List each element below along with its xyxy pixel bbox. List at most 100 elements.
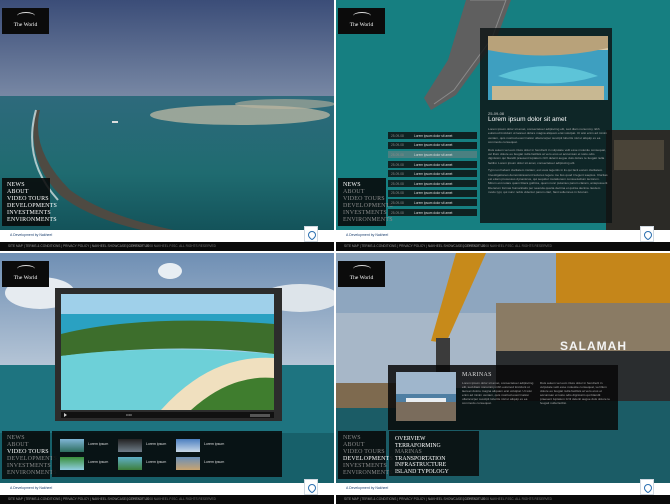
nav-news[interactable]: NEWS (7, 182, 50, 189)
nav-developments[interactable]: DEVELOPMENTS (343, 456, 393, 463)
news-list-item[interactable]: 25-09-08 Lorem ipsum dolor sit amet (388, 132, 477, 139)
nav-developments[interactable]: DEVELOPMENTS (343, 203, 393, 210)
news-item-date: 25-09-08 (391, 143, 404, 148)
subnav-terraforming[interactable]: TERRAFORMING (395, 443, 479, 450)
nav-video-tours[interactable]: VIDEO TOURS (343, 196, 386, 203)
panel-home: The World NEWS ABOUT VIDEO TOURS DEVELOP… (0, 0, 334, 251)
development-text-col2: Duis autem vel eum iriure dolor in hendr… (540, 381, 610, 405)
news-list-item[interactable]: 25-09-08 Lorem ipsum dolor sit amet (388, 179, 477, 187)
globe-logo-icon (352, 265, 371, 273)
news-item-title: Lorem ipsum dolor sit amet (414, 200, 453, 205)
globe-logo-icon (352, 12, 371, 20)
news-item-date: 25-09-08 (391, 152, 404, 157)
nakheel-logo-icon[interactable] (304, 226, 318, 242)
video-thumb[interactable]: Lorem ipsum (176, 439, 234, 453)
nav-news[interactable]: NEWS (7, 435, 50, 442)
copyright: COPYRIGHT 2008 NAKHEEL PJSC. ALL RIGHTS … (462, 244, 552, 248)
panel-news: The World NEWS ABOUT VIDEO TOURS DEVELOP… (336, 0, 670, 251)
volume-slider[interactable] (250, 413, 270, 417)
news-list-item[interactable]: 25-09-08 Lorem ipsum dolor sit amet (388, 170, 477, 178)
footer: SITE MAP | TERMS & CONDITIONS | PRIVACY … (336, 495, 670, 504)
subnav-marinas[interactable]: MARINAS (395, 449, 479, 456)
panel-video-tours: The World 0:00 NEWS ABOUT VIDEO TOURS DE… (0, 253, 334, 504)
video-thumb[interactable]: Lorem ipsum (176, 457, 234, 471)
nav-developments[interactable]: DEVELOPMENTS (7, 203, 57, 210)
main-nav: NEWS ABOUT VIDEO TOURS DEVELOPMENTS INVE… (2, 178, 57, 226)
article-title: Lorem ipsum dolor sit amet (488, 116, 567, 123)
nav-environments[interactable]: ENVIRONMENTS (7, 217, 57, 224)
nav-news[interactable]: NEWS (343, 182, 386, 189)
brand-logo[interactable]: The World (2, 261, 49, 287)
developer-label: A Development by Nakheel (346, 486, 389, 490)
nav-developments[interactable]: DEVELOPMENTS (7, 456, 57, 463)
developer-bar: A Development by Nakheel (336, 479, 670, 495)
nav-video-tours[interactable]: VIDEO TOURS (7, 449, 50, 456)
subnav-island-typology[interactable]: ISLAND TYPOLOGY (395, 469, 479, 476)
nav-about[interactable]: ABOUT (343, 442, 386, 449)
nav-environments[interactable]: ENVIRONMENTS (343, 470, 393, 477)
video-thumb[interactable]: Lorem ipsum (60, 457, 118, 471)
subnav-infrastructure[interactable]: INFRASTRUCTURE (395, 462, 479, 469)
news-item-date: 25-09-08 (391, 162, 404, 167)
developer-bar: A Development by Nakheel (0, 226, 334, 242)
news-list-item[interactable]: 25-09-08 Lorem ipsum dolor sit amet (388, 189, 477, 197)
news-item-date: 25-09-08 (391, 181, 404, 186)
news-list-item[interactable]: 25-09-08 Lorem ipsum dolor sit amet (388, 199, 477, 207)
copyright: COPYRIGHT 2008 NAKHEEL PJSC. ALL RIGHTS … (126, 244, 216, 248)
copyright: COPYRIGHT 2008 NAKHEEL PJSC. ALL RIGHTS … (126, 497, 216, 501)
nav-environments[interactable]: ENVIRONMENTS (7, 470, 57, 477)
nav-about[interactable]: ABOUT (7, 189, 50, 196)
news-list: 25-09-08 Lorem ipsum dolor sit amet 25-09-… (388, 132, 477, 218)
news-item-title: Lorem ipsum dolor sit amet (414, 162, 453, 167)
nav-about[interactable]: ABOUT (343, 189, 386, 196)
main-nav: NEWS ABOUT VIDEO TOURS DEVELOPMENTS INVE… (2, 431, 57, 479)
subnav-transportation[interactable]: TRANSPORTATION (395, 456, 479, 463)
development-title: MARINAS (462, 372, 492, 378)
nav-video-tours[interactable]: VIDEO TOURS (343, 449, 386, 456)
subnav-overview[interactable]: OVERVIEW (395, 436, 479, 443)
nav-environments[interactable]: ENVIRONMENTS (343, 217, 393, 224)
nav-investments[interactable]: INVESTMENTS (7, 210, 51, 217)
developer-label: A Development by Nakheel (10, 486, 53, 490)
developer-bar: A Development by Nakheel (0, 479, 334, 495)
article-paragraph: Lorem ipsum dolor sit amet, consectetuer… (488, 127, 607, 145)
video-frame[interactable] (61, 294, 274, 410)
news-list-item[interactable]: 25-09-08 Lorem ipsum dolor sit amet (388, 151, 477, 159)
development-text-col1: Lorem ipsum dolor sit amet, consectetuer… (462, 381, 534, 405)
nav-investments[interactable]: INVESTMENTS (343, 210, 387, 217)
main-nav: NEWS ABOUT VIDEO TOURS DEVELOPMENTS INVE… (338, 431, 393, 479)
nakheel-logo-icon[interactable] (640, 479, 654, 495)
developments-subnav: OVERVIEW TERRAFORMING MARINAS TRANSPORTA… (389, 431, 479, 476)
screen-grid: The World NEWS ABOUT VIDEO TOURS DEVELOP… (0, 0, 670, 504)
news-item-date: 25-09-08 (391, 133, 404, 138)
play-icon[interactable] (64, 413, 67, 417)
brand-logo[interactable]: The World (2, 8, 49, 34)
marina-photo (396, 372, 456, 421)
nav-about[interactable]: ABOUT (7, 442, 50, 449)
brand-logo[interactable]: The World (338, 261, 385, 287)
video-controls: 0:00 (61, 412, 274, 418)
nav-news[interactable]: NEWS (343, 435, 386, 442)
brand-logo[interactable]: The World (338, 8, 385, 34)
nav-investments[interactable]: INVESTMENTS (7, 463, 51, 470)
footer: SITE MAP | TERMS & CONDITIONS | PRIVACY … (0, 495, 334, 504)
nakheel-logo-icon[interactable] (304, 479, 318, 495)
news-item-title: Lorem ipsum dolor sit amet (414, 152, 453, 157)
panel-developments: SALAMAH The World MARINAS Lorem ipsum do… (336, 253, 670, 504)
main-nav: NEWS ABOUT VIDEO TOURS DEVELOPMENTS INVE… (338, 178, 393, 226)
video-thumb[interactable]: Lorem ipsum (118, 439, 176, 453)
news-list-item[interactable]: 25-09-08 Lorem ipsum dolor sit amet (388, 160, 477, 168)
footer: SITE MAP | TERMS & CONDITIONS | PRIVACY … (0, 242, 334, 251)
news-item-date: 25-09-08 (391, 210, 404, 215)
video-thumb[interactable]: Lorem ipsum (60, 439, 118, 453)
nav-investments[interactable]: INVESTMENTS (343, 463, 387, 470)
ship-name-text: SALAMAH (560, 339, 627, 353)
nakheel-logo-icon[interactable] (640, 226, 654, 242)
news-list-item[interactable]: 25-09-08 Lorem ipsum dolor sit amet (388, 208, 477, 216)
video-thumb[interactable]: Lorem ipsum (118, 457, 176, 471)
news-item-title: Lorem ipsum dolor sit amet (414, 191, 453, 196)
developer-label: A Development by Nakheel (10, 233, 53, 237)
news-item-date: 25-09-08 (391, 191, 404, 196)
nav-video-tours[interactable]: VIDEO TOURS (7, 196, 50, 203)
news-list-item[interactable]: 25-09-08 Lorem ipsum dolor sit amet (388, 141, 477, 149)
